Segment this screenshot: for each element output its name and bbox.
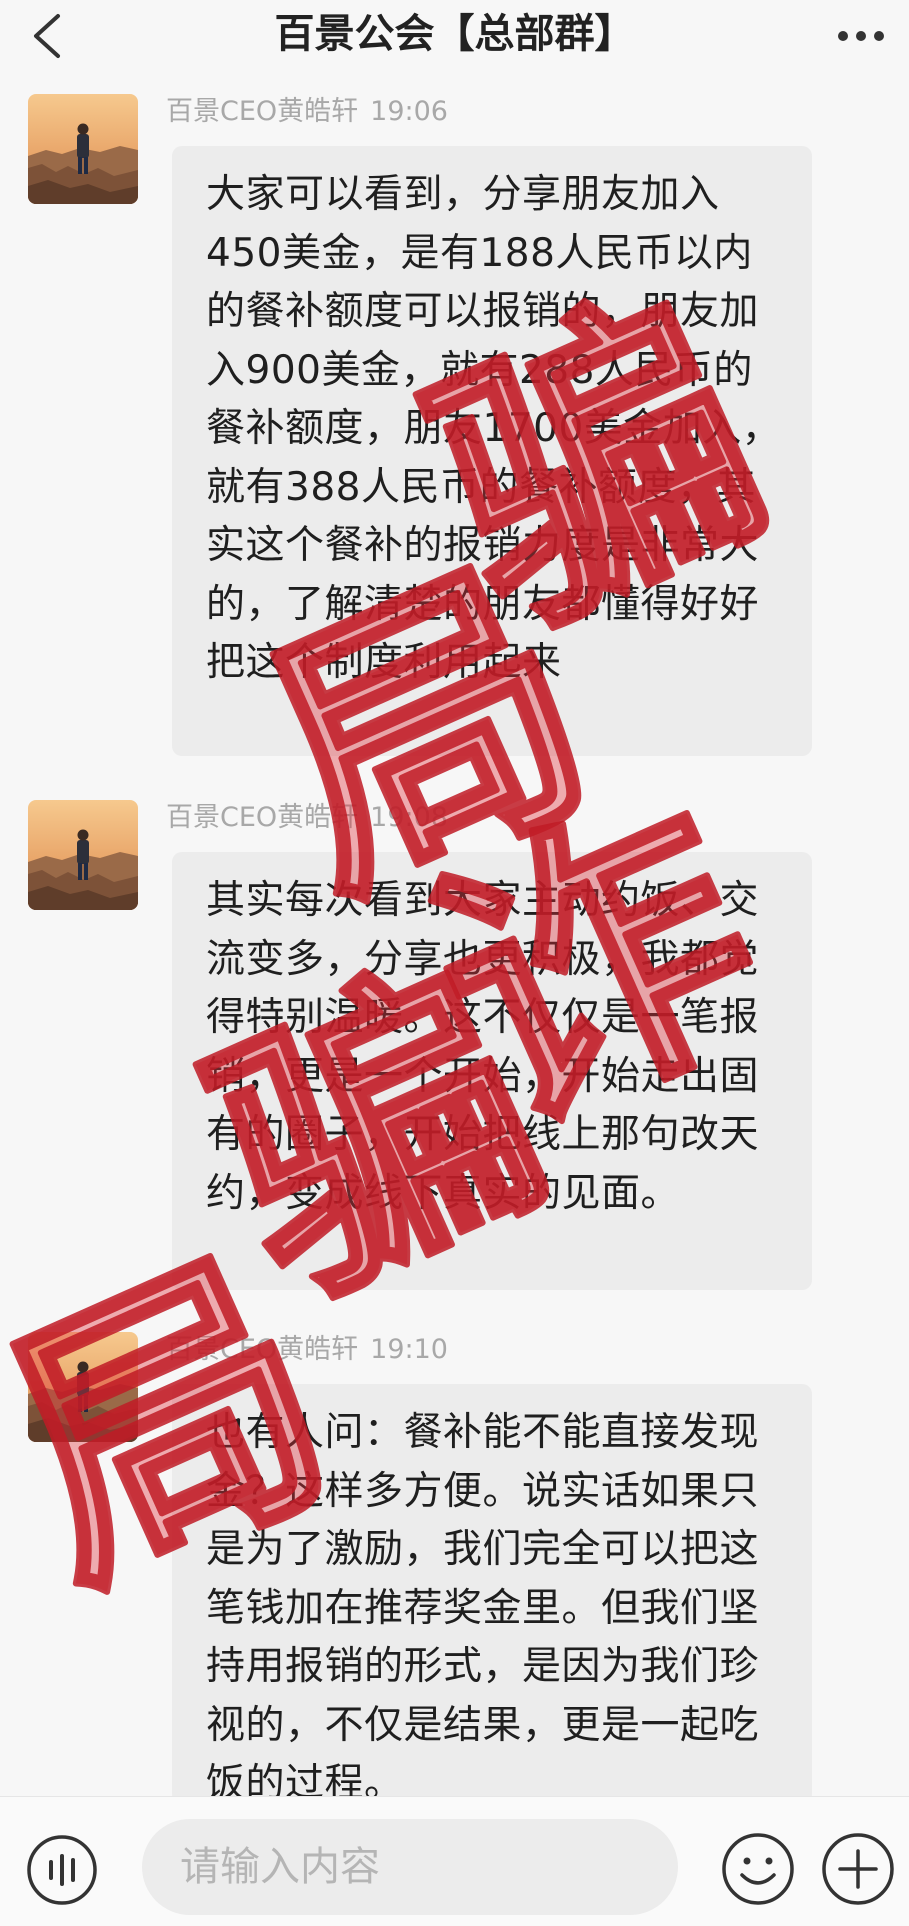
message-time: 19:06: [370, 96, 448, 127]
message-bubble[interactable]: 也有人问：餐补能不能直接发现金？这样多方便。说实话如果只是为了激励，我们完全可以…: [172, 1384, 812, 1806]
avatar-image: [28, 1332, 138, 1442]
avatar[interactable]: [28, 1332, 138, 1442]
message-time: 19:10: [370, 1334, 448, 1365]
message-bubble[interactable]: 大家可以看到，分享朋友加入450美金，是有188人民币以内的餐补额度可以报销的，…: [172, 146, 812, 756]
sender-name[interactable]: 百景CEO黄皓轩: [166, 96, 358, 127]
more-dots-icon: [838, 31, 884, 41]
message-meta: 百景CEO黄皓轩 19:06: [166, 92, 448, 132]
voice-icon: [27, 1835, 97, 1905]
avatar[interactable]: [28, 94, 138, 204]
avatar-image: [28, 94, 138, 204]
emoji-button[interactable]: [720, 1831, 796, 1907]
add-button[interactable]: [820, 1831, 896, 1907]
message-meta: 百景CEO黄皓轩 19:10: [166, 1330, 448, 1370]
message-input[interactable]: [142, 1819, 678, 1915]
more-button[interactable]: [831, 14, 891, 58]
avatar-image: [28, 800, 138, 910]
voice-button[interactable]: [26, 1834, 98, 1906]
avatar[interactable]: [28, 800, 138, 910]
sender-name[interactable]: 百景CEO黄皓轩: [166, 802, 358, 833]
message-time: 19:08: [370, 802, 448, 833]
add-icon: [822, 1833, 894, 1905]
chat-header: 百景公会【总部群】: [0, 0, 909, 72]
chat-title: 百景公会【总部群】: [274, 11, 635, 57]
message-bubble[interactable]: 其实每次看到大家主动约饭、交流变多，分享也更积极，我都觉得特别温暖。这不仅仅是一…: [172, 852, 812, 1290]
input-bar: [0, 1796, 909, 1926]
sender-name[interactable]: 百景CEO黄皓轩: [166, 1334, 358, 1365]
emoji-icon: [722, 1833, 794, 1905]
message-meta: 百景CEO黄皓轩 19:08: [166, 798, 448, 838]
